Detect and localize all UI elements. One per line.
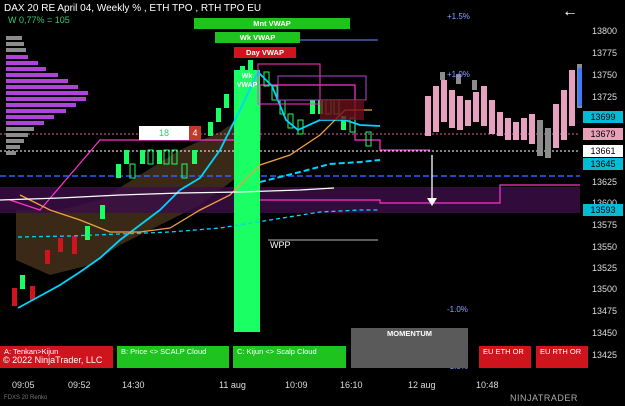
price-marker-13661: 13661 (583, 145, 623, 157)
eu-rth-or-button[interactable]: EU RTH OR (536, 346, 588, 368)
x-axis-label: 11 aug (219, 380, 246, 390)
x-axis-label: 12 aug (408, 380, 436, 390)
y-axis-label: 13425 (592, 350, 618, 360)
signal-panel-price-scalp-cloud[interactable]: B: Price <> SCALP Cloud (117, 346, 229, 368)
price-marker-13679: 13679 (583, 128, 623, 140)
instrument-note: FDXS 20 Renko (4, 395, 48, 401)
weekly-vwap-label: Wk VWAP (215, 32, 300, 43)
blue-volume-bar (578, 68, 582, 106)
y-axis-label: 13750 (592, 70, 618, 80)
ninjatrader-logo: NINJATRADER (510, 393, 578, 403)
back-arrow-icon[interactable]: ← (562, 4, 578, 20)
x-axis-label: 16:10 (340, 380, 363, 390)
price-marker-13645: 13645 (583, 158, 623, 170)
y-axis-label: 13450 (592, 328, 618, 338)
y-axis-label: 13475 (592, 306, 618, 316)
vwap-box-purple (277, 75, 367, 101)
tpo-profile-gray (6, 36, 34, 155)
vwap-box-red (320, 100, 364, 120)
daily-vwap-label: Day VWAP (234, 47, 296, 58)
red-count-box: 4 (189, 126, 201, 140)
x-axis-label: 10:48 (476, 380, 499, 390)
x-axis-label: 09:52 (68, 380, 91, 390)
x-axis-label: 14:30 (122, 380, 145, 390)
tpo-profile-right (425, 70, 575, 148)
pct-label-minus-1-0: -1.0% (447, 305, 468, 314)
wpp-label: WPP (270, 240, 291, 250)
y-axis-label: 13575 (592, 220, 618, 230)
tpo-profile-left (6, 55, 88, 125)
y-axis-label: 13525 (592, 263, 618, 273)
y-axis-label: 13725 (592, 92, 618, 102)
price-marker-13699: 13699 (583, 111, 623, 123)
x-axis-label: 10:09 (285, 380, 308, 390)
vwap-green-bar (234, 70, 260, 332)
eu-eth-or-button[interactable]: EU ETH OR (479, 346, 531, 368)
y-axis-label: 13500 (592, 284, 618, 294)
cyan-dashed-line-upper (259, 159, 381, 183)
monthly-vwap-label: Mnt VWAP (194, 18, 350, 29)
x-axis-label: 09:05 (12, 380, 35, 390)
chart-header-title: DAX 20 RE April 04, Weekly % , ETH TPO ,… (4, 3, 262, 14)
green-count-box: 18 (139, 126, 189, 140)
pct-label-plus-1-5: +1.5% (447, 12, 470, 21)
weekly-percent-label: W 0,77% = 105 (8, 15, 70, 25)
y-axis-label: 13550 (592, 242, 618, 252)
y-axis-label: 13775 (592, 48, 618, 58)
pct-label-plus-1-0: +1.0% (447, 70, 470, 79)
price-marker-13593: 13593 (583, 204, 623, 216)
y-axis-label: 13800 (592, 26, 618, 36)
weekly-vwap-inline-label: Wk VWAP (236, 73, 258, 89)
vwap-box-pink (257, 63, 321, 105)
copyright-label: © 2022 NinjaTrader, LLC (3, 355, 103, 365)
y-axis-label: 13625 (592, 177, 618, 187)
signal-panel-kijun-scalp-cloud[interactable]: C: Kijun <> Scalp Cloud (233, 346, 346, 368)
momentum-panel[interactable]: MOMENTUM (351, 328, 468, 368)
chart-root[interactable]: DAX 20 RE April 04, Weekly % , ETH TPO ,… (0, 0, 625, 406)
